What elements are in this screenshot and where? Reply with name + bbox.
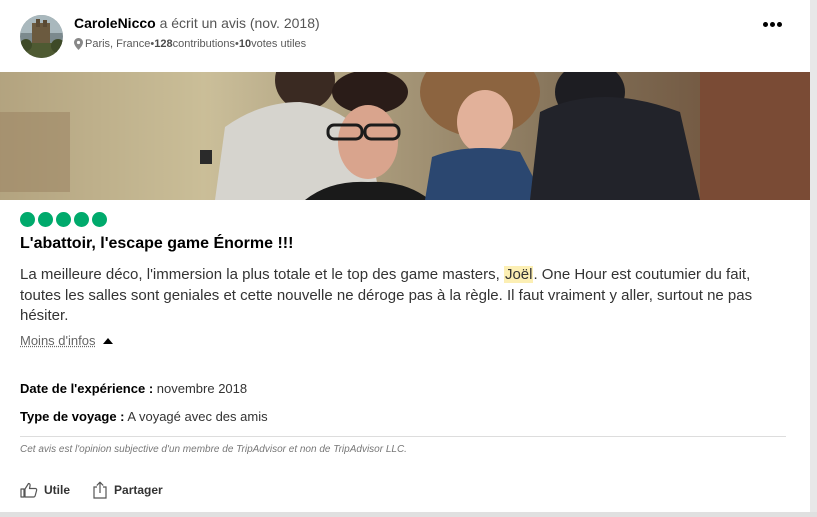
review-actions: Utile Partager (20, 481, 163, 499)
less-info-toggle[interactable]: Moins d'infos (20, 333, 114, 348)
more-horizontal-icon (762, 21, 768, 27)
author-username[interactable]: CaroleNicco (74, 15, 156, 31)
experience-date-value: novembre 2018 (153, 381, 248, 396)
rating-bubble-icon (74, 212, 89, 227)
experience-date-label: Date de l'expérience : (20, 381, 154, 396)
experience-date: Date de l'expérience : novembre 2018 (20, 381, 247, 396)
review-disclaimer: Cet avis est l'opinion subjective d'un m… (20, 444, 407, 455)
thumbs-up-icon (20, 482, 38, 498)
less-info-label: Moins d'infos (20, 333, 96, 348)
votes-label: votes utiles (251, 38, 307, 50)
review-header: CaroleNicco a écrit un avis (nov. 2018) … (20, 12, 790, 60)
location-pin-icon (74, 38, 83, 50)
review-body-part1: La meilleure déco, l'immersion la plus t… (20, 266, 504, 283)
author-action-text: a écrit un avis (nov. 2018) (155, 15, 320, 31)
review-body: La meilleure déco, l'immersion la plus t… (20, 265, 788, 327)
review-photo[interactable] (0, 72, 810, 200)
votes-count: 10 (238, 38, 252, 50)
helpful-button[interactable]: Utile (20, 481, 70, 499)
author-location: Paris, France (85, 38, 151, 50)
contributions-count: 128 (154, 38, 173, 50)
share-label: Partager (114, 483, 163, 497)
rating-bubble-icon (92, 212, 107, 227)
rating-bubble-icon (20, 212, 35, 227)
trip-type: Type de voyage : A voyagé avec des amis (20, 409, 268, 424)
contributions-label: contributions (172, 38, 236, 50)
share-icon (93, 481, 107, 499)
author-meta: Paris, France • 128 contributions • 10 v… (74, 38, 306, 50)
avatar[interactable] (20, 15, 63, 58)
trip-type-label: Type de voyage : (20, 409, 125, 424)
divider (20, 436, 786, 437)
helpful-label: Utile (44, 483, 71, 497)
review-card: CaroleNicco a écrit un avis (nov. 2018) … (0, 0, 810, 512)
card-bottom-edge (0, 512, 817, 517)
review-title[interactable]: L'abattoir, l'escape game Énorme !!! (20, 235, 293, 253)
rating-bubble-icon (38, 212, 53, 227)
author-line: CaroleNicco a écrit un avis (nov. 2018) (74, 15, 320, 31)
trip-type-value: A voyagé avec des amis (124, 409, 268, 424)
rating-bubbles (20, 212, 107, 227)
review-body-highlight: Joël (503, 266, 534, 283)
more-options-button[interactable] (760, 16, 784, 32)
rating-bubble-icon (56, 212, 71, 227)
share-button[interactable]: Partager (92, 481, 163, 499)
caret-up-icon (103, 337, 114, 344)
page-scroll-gutter (810, 0, 817, 517)
